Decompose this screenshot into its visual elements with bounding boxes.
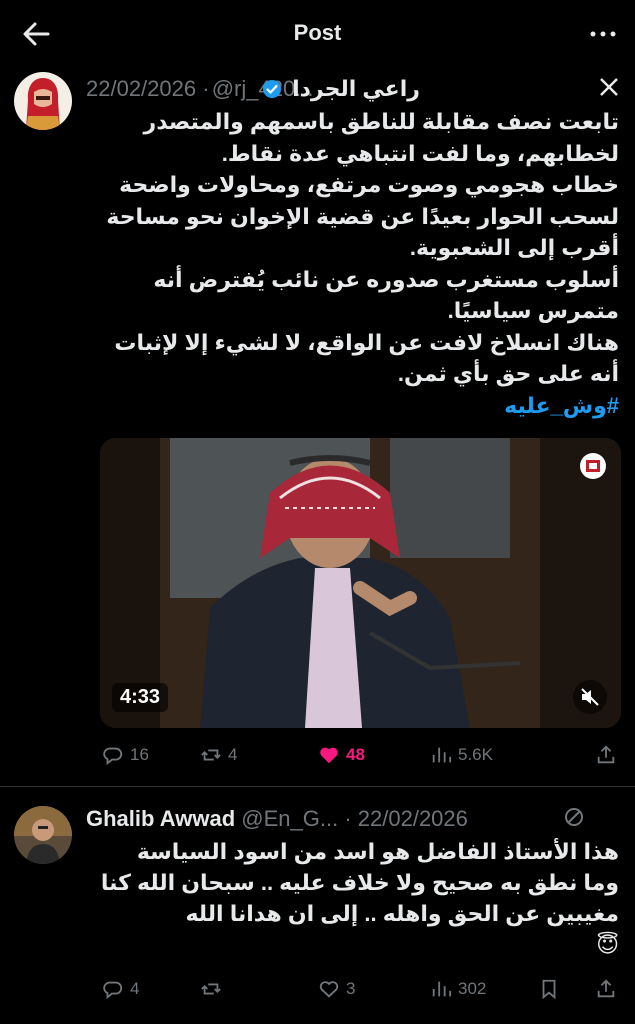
channel-logo-icon xyxy=(579,452,607,480)
reply-icon xyxy=(103,981,123,1000)
mute-icon[interactable] xyxy=(573,680,607,714)
bookmark-button[interactable] xyxy=(538,974,560,1004)
share-icon xyxy=(597,979,615,998)
like-button[interactable]: 48 xyxy=(318,740,365,770)
angel-emoji-icon: 😇 xyxy=(596,932,619,957)
repost-count: 4 xyxy=(228,745,238,764)
video-duration: 4:33 xyxy=(112,683,169,712)
tweet-body: هذا الأستاذ الفاضل هو اسد من اسود السياس… xyxy=(94,839,619,926)
tweet-text: تابعت نصف مقابلة للناطق باسمهم والمتصدر … xyxy=(86,106,619,421)
views-count: 302 xyxy=(458,979,487,998)
share-icon xyxy=(597,745,615,764)
user-name[interactable]: راعي الجردا xyxy=(292,76,420,101)
page-title: Post xyxy=(293,20,342,45)
divider xyxy=(0,786,635,787)
tweet-text: هذا الأستاذ الفاضل هو اسد من اسود السياس… xyxy=(100,836,619,960)
share-button[interactable] xyxy=(595,740,617,770)
repost-icon xyxy=(201,749,221,761)
like-count: 3 xyxy=(346,979,356,998)
tweet-header: Ghalib Awwad @En_G... · 22/02/2026 xyxy=(86,806,619,838)
views-button[interactable]: 302 xyxy=(430,974,486,1004)
post-date[interactable]: 22/02/2026 xyxy=(86,76,196,101)
hashtag-link[interactable]: #وش_عليه xyxy=(504,393,619,418)
video-thumbnail xyxy=(100,438,621,728)
like-button[interactable]: 3 xyxy=(318,974,355,1004)
reply-button[interactable]: 16 xyxy=(102,740,149,770)
views-button[interactable]: 5.6K xyxy=(430,740,493,770)
views-icon xyxy=(432,981,452,997)
share-button[interactable] xyxy=(595,974,617,1004)
post-date[interactable]: 22/02/2026 xyxy=(358,806,468,831)
verified-badge-icon xyxy=(262,79,282,105)
views-count: 5.6K xyxy=(458,745,493,764)
repost-icon xyxy=(201,983,221,995)
reply-count: 4 xyxy=(130,979,140,998)
separator-dot: · xyxy=(344,806,352,831)
repost-button[interactable]: 4 xyxy=(200,740,237,770)
heart-icon xyxy=(319,981,339,998)
x-logo-icon xyxy=(598,76,620,98)
avatar[interactable] xyxy=(14,806,72,864)
community-note-icon xyxy=(563,806,585,828)
reply-icon xyxy=(103,747,123,766)
tweet-header: 22/02/2026 · @rj_420... راعي الجردا xyxy=(86,76,619,108)
video-player[interactable]: 4:33 xyxy=(100,438,621,728)
more-options-icon[interactable] xyxy=(585,18,621,50)
reply-count: 16 xyxy=(130,745,149,764)
tweet-actions: 4 3 302 xyxy=(100,974,619,1004)
user-handle[interactable]: @En_G... xyxy=(241,806,338,831)
bookmark-icon xyxy=(542,979,556,1000)
like-count: 48 xyxy=(346,745,365,764)
reply-button[interactable]: 4 xyxy=(102,974,139,1004)
repost-button[interactable] xyxy=(200,974,228,1004)
top-bar: Post xyxy=(0,0,635,66)
heart-filled-icon xyxy=(320,747,338,764)
tweet-actions: 16 4 48 5.6K xyxy=(100,740,619,770)
views-icon xyxy=(432,747,452,763)
separator-dot: · xyxy=(202,76,210,101)
user-name[interactable]: Ghalib Awwad xyxy=(86,806,235,831)
tweet-body: تابعت نصف مقابلة للناطق باسمهم والمتصدر … xyxy=(106,109,619,386)
avatar[interactable] xyxy=(14,72,72,130)
